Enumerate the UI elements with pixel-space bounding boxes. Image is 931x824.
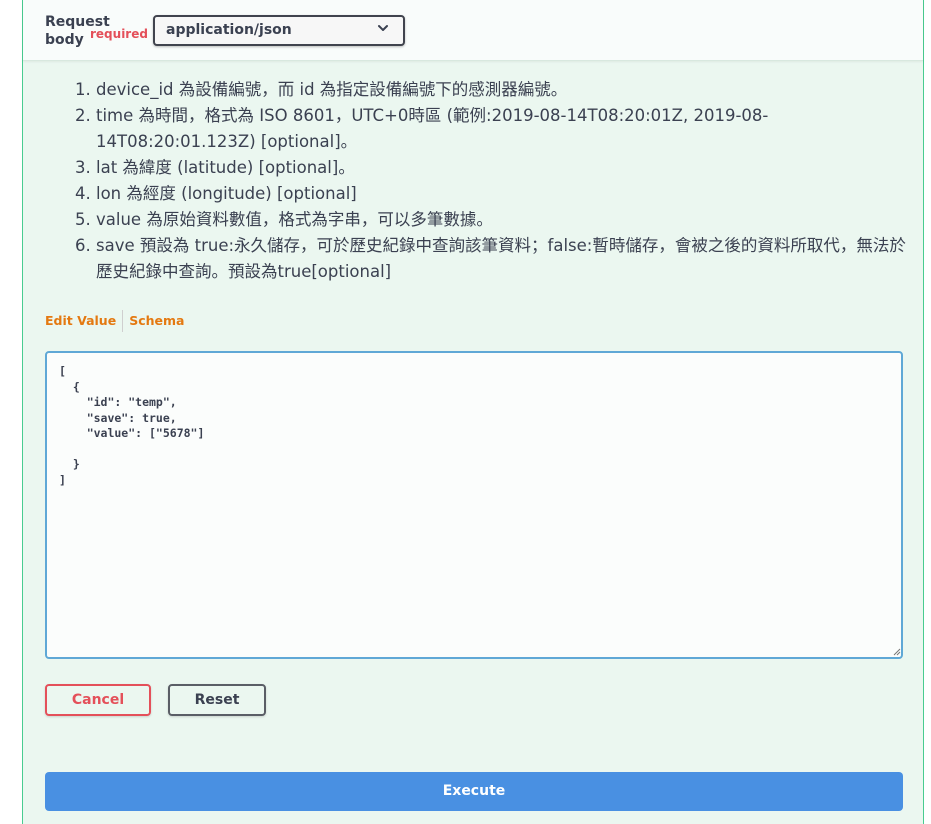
description-item-device-id: device_id 為設備編號，而 id 為指定設備編號下的感測器編號。 (96, 77, 916, 103)
request-body-panel: Request body required application/json d… (22, 0, 924, 824)
parameter-description-list: device_id 為設備編號，而 id 為指定設備編號下的感測器編號。 tim… (72, 77, 916, 285)
reset-button[interactable]: Reset (168, 684, 266, 716)
description-item-save: save 預設為 true:永久儲存，可於歷史紀錄中查詢該筆資料；false:暫… (96, 233, 916, 285)
execute-button[interactable]: Execute (45, 772, 903, 811)
description-item-lat: lat 為緯度 (latitude) [optional]。 (96, 155, 916, 181)
content-type-value: application/json (166, 22, 292, 38)
description-item-time: time 為時間，格式為 ISO 8601，UTC+0時區 (範例:2019-0… (96, 103, 916, 155)
body-tabs: Edit Value Schema (45, 310, 184, 334)
content-type-select[interactable]: application/json (153, 15, 405, 46)
request-body-header: Request body required application/json (23, 0, 923, 61)
tab-schema[interactable]: Schema (123, 310, 184, 332)
resize-grip-icon[interactable] (893, 648, 901, 656)
tab-edit-value[interactable]: Edit Value (45, 310, 124, 332)
description-item-lon: lon 為經度 (longitude) [optional] (96, 181, 916, 207)
request-body-editor[interactable]: [ { "id": "temp", "save": true, "value":… (45, 351, 903, 659)
cancel-button[interactable]: Cancel (45, 684, 151, 716)
required-badge: required (90, 27, 148, 41)
chevron-down-icon (378, 25, 388, 31)
description-item-value: value 為原始資料數值，格式為字串，可以多筆數據。 (96, 207, 916, 233)
